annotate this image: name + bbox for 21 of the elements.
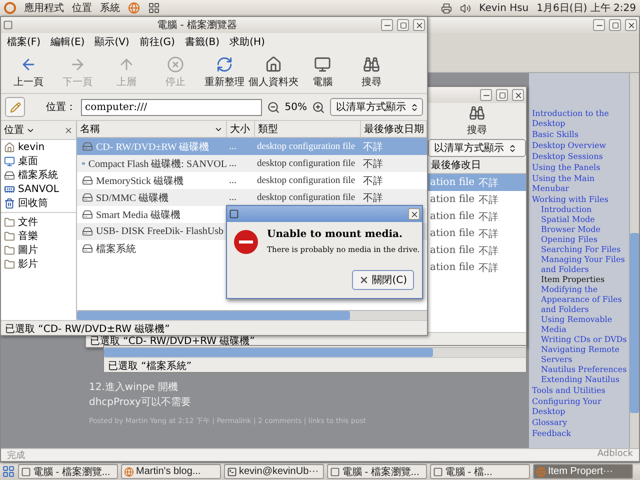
table-cell: ation file [430, 245, 475, 256]
window-title: 電腦 - 檔案瀏覽器 [156, 18, 238, 32]
status-text: 已選取 “檔案系統” [104, 357, 526, 372]
location-label: 位置： [46, 100, 76, 114]
table-cell: ation file [430, 228, 475, 239]
table-cell: ation file [430, 262, 475, 273]
zoom-level: 50% [284, 102, 307, 112]
table-cell: ation file [430, 211, 475, 222]
blog-text: 12.進入winpe 開機 [89, 380, 179, 394]
table-cell-text: 不詳 [478, 194, 499, 206]
table-cell-text: 不詳 [478, 244, 499, 258]
table-cell: ation file [430, 194, 475, 205]
blog-text: dhcpProxy可以不需要 [89, 396, 192, 409]
table-cell-text: 不詳 [478, 228, 499, 240]
table-cell-text: 不詳 [478, 210, 499, 224]
table-cell-text: 不詳 [478, 176, 499, 190]
dialog-heading: Unable to mount media. [267, 229, 404, 240]
status-text: 已選取 “CD- RW/DVD±RW 磁碟機” [1, 320, 427, 335]
table-cell-text: 不詳 [478, 262, 499, 274]
status-text: 完成 [7, 450, 25, 461]
table-cell: ation file [430, 177, 475, 188]
